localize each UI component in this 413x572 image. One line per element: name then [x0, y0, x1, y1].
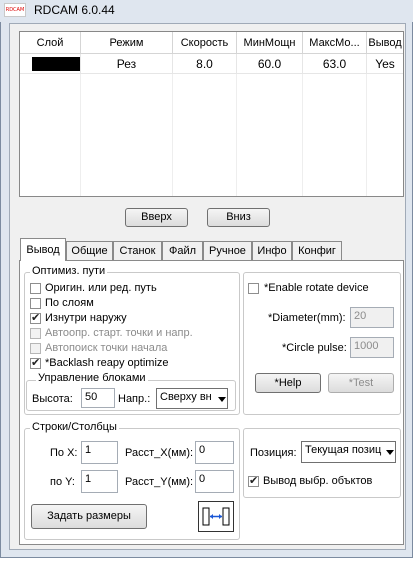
- layer-color-swatch: [32, 57, 80, 71]
- width-arrows-icon: [202, 507, 230, 526]
- column-header-min-power[interactable]: МинМощн: [237, 32, 303, 54]
- position-select[interactable]: Текущая позиц: [301, 441, 396, 463]
- checkbox-original-path[interactable]: [30, 283, 41, 294]
- grid-column: [237, 74, 303, 196]
- set-size-button[interactable]: Задать размеры: [31, 504, 147, 529]
- tab-config[interactable]: Конфиг: [292, 241, 342, 260]
- array-y-distance-label: Расст_Y(мм):: [125, 476, 194, 488]
- array-x-distance-label: Расст_X(мм):: [125, 447, 194, 459]
- grid-column: [303, 74, 367, 196]
- tab-manual[interactable]: Ручное: [203, 241, 252, 260]
- array-x-label: По X:: [50, 447, 78, 459]
- array-y-distance-input[interactable]: 0: [195, 470, 234, 493]
- array-y-input[interactable]: 1: [81, 470, 118, 493]
- column-header-max-power[interactable]: МаксМо...: [303, 32, 367, 54]
- label-auto-find-start: Автопоиск точки начала: [45, 342, 168, 354]
- block-direction-value: Сверху вн: [160, 391, 212, 403]
- label-original-path: Оригин. или ред. путь: [45, 282, 157, 294]
- column-header-mode[interactable]: Режим: [81, 32, 173, 54]
- block-height-label: Высота:: [32, 393, 73, 405]
- diameter-input[interactable]: 20: [350, 307, 394, 328]
- cell-min-power[interactable]: 60.0: [237, 54, 303, 74]
- checkbox-auto-find-start[interactable]: [30, 343, 41, 354]
- move-up-button[interactable]: Вверх: [125, 208, 188, 227]
- chevron-down-icon: [218, 397, 226, 402]
- tab-file[interactable]: Файл: [162, 241, 203, 260]
- tab-machine[interactable]: Станок: [113, 241, 162, 260]
- help-button[interactable]: *Help: [255, 373, 321, 393]
- app-logo-icon: RDCAM: [4, 3, 26, 17]
- column-header-output[interactable]: Вывод: [367, 32, 403, 54]
- move-down-button[interactable]: Вниз: [207, 208, 270, 227]
- block-height-input[interactable]: 50: [81, 388, 115, 408]
- position-label: Позиция:: [250, 447, 297, 459]
- label-inside-out: Изнутри наружу: [45, 312, 127, 324]
- checkbox-enable-rotate[interactable]: [248, 283, 259, 294]
- table-row[interactable]: [20, 54, 81, 74]
- circle-pulse-input[interactable]: 1000: [350, 337, 394, 358]
- checkbox-inside-out[interactable]: [30, 311, 41, 324]
- label-output-selected: Вывод выбр. объктов: [263, 475, 373, 487]
- chevron-down-icon: [386, 450, 394, 455]
- tab-general[interactable]: Общие: [66, 241, 113, 260]
- checkbox-by-layers[interactable]: [30, 298, 41, 309]
- label-by-layers: По слоям: [45, 297, 94, 309]
- array-title: Строки/Столбцы: [30, 421, 119, 433]
- checkbox-backlash-optimize[interactable]: [30, 356, 41, 369]
- column-header-layer[interactable]: Слой: [20, 32, 81, 54]
- grid-column: [20, 74, 81, 196]
- position-value: Текущая позиц: [305, 444, 382, 456]
- cell-max-power[interactable]: 63.0: [303, 54, 367, 74]
- checkbox-auto-start-point[interactable]: [30, 328, 41, 339]
- array-x-input[interactable]: 1: [81, 441, 118, 464]
- checkbox-output-selected[interactable]: [248, 474, 259, 487]
- title-bar[interactable]: RDCAM RDCAM 6.0.44: [0, 0, 413, 22]
- circle-pulse-label: *Circle pulse:: [282, 342, 347, 354]
- block-direction-label: Напр.:: [118, 393, 151, 405]
- cell-mode[interactable]: Рез: [81, 54, 173, 74]
- grid-column: [173, 74, 237, 196]
- tab-output[interactable]: Вывод: [20, 238, 66, 261]
- grid-column: [81, 74, 173, 196]
- array-x-distance-input[interactable]: 0: [195, 441, 234, 464]
- tab-info[interactable]: Инфо: [252, 241, 292, 260]
- position-group: [243, 428, 401, 498]
- label-backlash-optimize: *Backlash reapy optimize: [45, 357, 169, 369]
- path-optimization-title: Оптимиз. пути: [30, 265, 108, 277]
- output-tab-panel: Оптимиз. пути Оригин. или ред. путь По с…: [19, 260, 404, 545]
- label-auto-start-point: Автоопр. старт. точки и напр.: [45, 327, 193, 339]
- layers-table: Слой Режим Скорость МинМощн МаксМо... Вы…: [19, 31, 404, 197]
- column-header-speed[interactable]: Скорость: [173, 32, 237, 54]
- window-title: RDCAM 6.0.44: [34, 3, 115, 17]
- label-enable-rotate: *Enable rotate device: [264, 282, 369, 294]
- cell-speed[interactable]: 8.0: [173, 54, 237, 74]
- diameter-label: *Diameter(mm):: [268, 312, 346, 324]
- array-preview-icon: [198, 501, 234, 532]
- block-control-title: Управление блоками: [36, 372, 148, 384]
- test-button[interactable]: *Test: [328, 373, 394, 393]
- array-y-label: по Y:: [50, 476, 75, 488]
- cell-output[interactable]: Yes: [367, 54, 403, 74]
